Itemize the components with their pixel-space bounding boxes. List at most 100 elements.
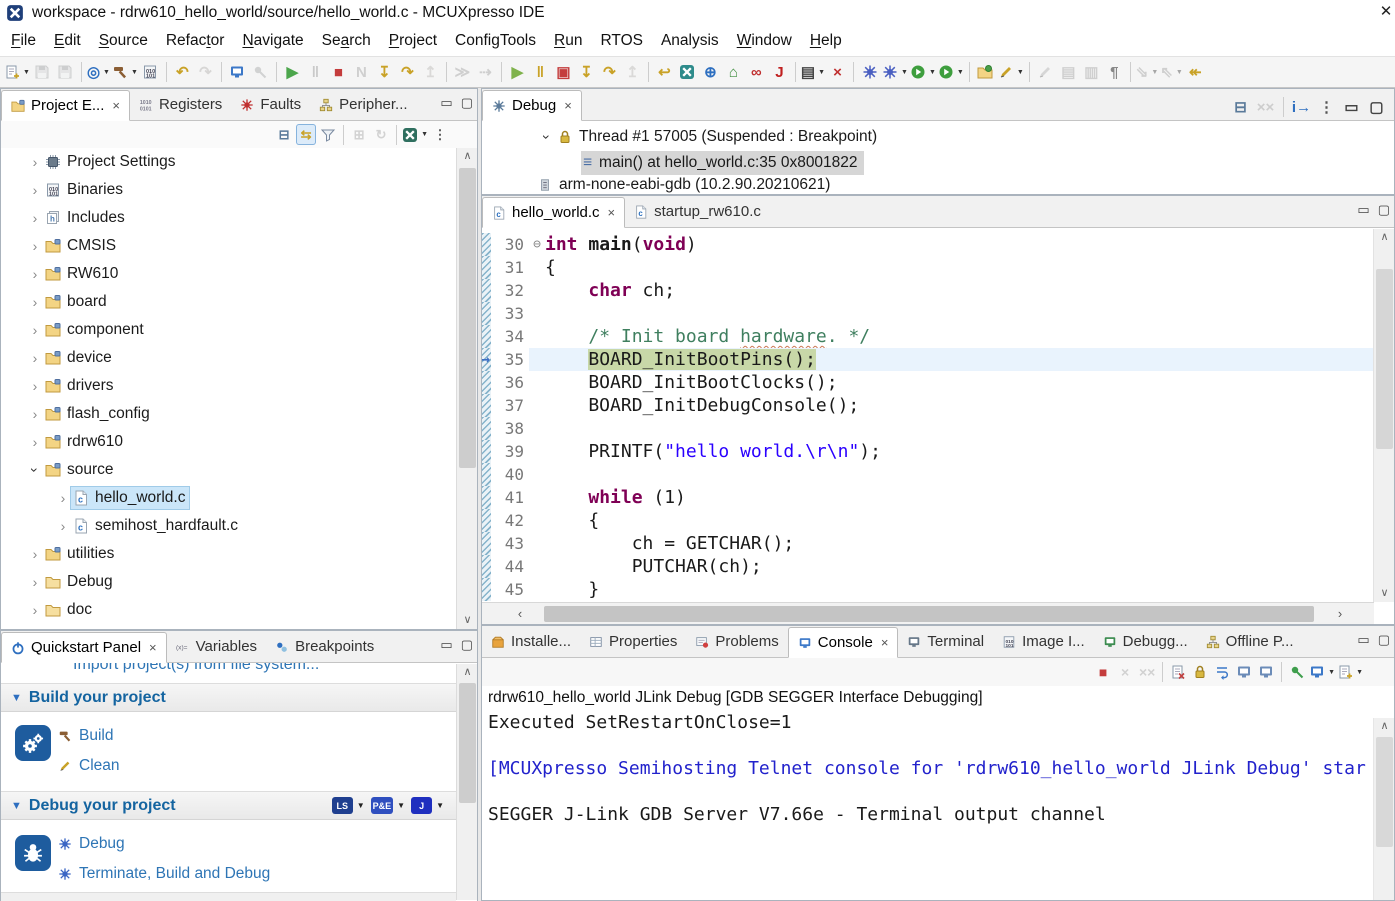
expander-icon[interactable]: ›: [27, 182, 43, 198]
tab-image-info[interactable]: Image I...: [993, 626, 1094, 657]
pemicro-probe-icon[interactable]: P&E: [371, 797, 394, 814]
display-selected-console-icon[interactable]: ▼: [1309, 661, 1335, 683]
code-line[interactable]: 37 BOARD_InitDebugConsole();: [482, 394, 1394, 417]
reset-target-icon[interactable]: ↩: [654, 60, 675, 84]
show-whitespace-icon[interactable]: ¶: [1104, 60, 1125, 84]
menu-project[interactable]: Project: [380, 28, 446, 54]
instruction-stepping-icon[interactable]: ≫: [452, 60, 473, 84]
tree-item-source[interactable]: ›source: [1, 456, 477, 484]
tab-problems[interactable]: Problems: [686, 626, 787, 657]
refresh-icon[interactable]: ↻: [371, 124, 391, 145]
launch-config-icon[interactable]: ◎▼: [87, 60, 110, 84]
code-line[interactable]: 41 while (1): [482, 486, 1394, 509]
tree-item-device[interactable]: ›device: [1, 344, 477, 372]
trace-delete-icon[interactable]: ×: [827, 60, 848, 84]
code-line[interactable]: 44 PUTCHAR(ch);: [482, 555, 1394, 578]
scroll-up-icon[interactable]: ∧: [1374, 718, 1395, 735]
build-hammer-icon[interactable]: ▼: [112, 60, 138, 84]
linkserver-probe-icon[interactable]: LS: [332, 797, 353, 814]
step-over-all-icon[interactable]: ↷: [599, 60, 620, 84]
chevron-down-icon[interactable]: ▼: [436, 801, 444, 810]
code-line[interactable]: 40: [482, 463, 1394, 486]
clean-link[interactable]: Clean: [58, 757, 120, 775]
editor-hscrollbar[interactable]: ‹ ›: [482, 602, 1374, 624]
mcuxpresso-icon[interactable]: [677, 60, 698, 84]
view-menu-icon[interactable]: ⋮: [430, 124, 450, 145]
remove-all-terminated-icon[interactable]: ××: [1137, 661, 1157, 683]
pin-editor-icon[interactable]: [250, 60, 271, 84]
quickstart-scrollbar[interactable]: ∧: [456, 664, 477, 900]
tab-debug[interactable]: Debug ×: [482, 90, 582, 121]
expander-icon[interactable]: ›: [539, 129, 555, 145]
terminate-icon[interactable]: ■: [328, 60, 349, 84]
tree-item-includes[interactable]: ›Includes: [1, 204, 477, 232]
tab-project-explorer[interactable]: Project E... ×: [1, 90, 130, 121]
terminate-build-debug-link[interactable]: Terminate, Build and Debug: [58, 865, 270, 883]
new-wizard-icon[interactable]: ▼: [4, 60, 30, 84]
expander-icon[interactable]: ›: [27, 434, 43, 450]
tab-breakpoints[interactable]: Breakpoints: [266, 631, 383, 662]
scrollbar-thumb[interactable]: [544, 606, 1314, 622]
swo-trace-icon[interactable]: ▼: [882, 60, 908, 84]
scrollbar-thumb[interactable]: [459, 168, 476, 468]
step-return-icon[interactable]: ↥: [420, 60, 441, 84]
expander-icon[interactable]: ›: [27, 154, 43, 170]
expander-icon[interactable]: ›: [55, 490, 71, 506]
scroll-down-icon[interactable]: ∨: [1374, 585, 1395, 602]
expander-icon[interactable]: ›: [27, 210, 43, 226]
save-all-icon[interactable]: [55, 60, 76, 84]
minimize-icon[interactable]: ▭: [1357, 633, 1369, 646]
terminate-all-icon[interactable]: ▣: [553, 60, 574, 84]
remove-launch-icon[interactable]: ×: [1115, 661, 1135, 683]
tree-item-utilities[interactable]: ›utilities: [1, 540, 477, 568]
code-editor[interactable]: 30⊖int main(void)31{32 char ch;3334 /* I…: [482, 228, 1394, 603]
tab-properties[interactable]: Properties: [580, 626, 686, 657]
redo-icon[interactable]: ↷: [195, 60, 216, 84]
code-line[interactable]: 32 char ch;: [482, 279, 1394, 302]
tab-faults[interactable]: Faults: [231, 89, 310, 120]
maximize-icon[interactable]: ▢: [461, 96, 473, 109]
step-return-all-icon[interactable]: ↥: [622, 60, 643, 84]
show-stdout-when-changed-icon[interactable]: [1234, 661, 1254, 683]
menu-navigate[interactable]: Navigate: [233, 28, 312, 54]
scrollbar-thumb[interactable]: [1376, 737, 1393, 847]
code-line[interactable]: 38: [482, 417, 1394, 440]
code-line[interactable]: 39 PRINTF("hello world.\r\n");: [482, 440, 1394, 463]
console-scrollbar[interactable]: ∧: [1373, 718, 1394, 900]
tab-debugger-console[interactable]: Debugg...: [1094, 626, 1197, 657]
pin-console-icon[interactable]: [1287, 661, 1307, 683]
import-project-link[interactable]: Import project(s) from file system...: [73, 663, 319, 674]
link-with-editor-icon[interactable]: ⇆: [296, 124, 316, 145]
scroll-up-icon[interactable]: ∧: [457, 664, 478, 681]
prev-annotation-icon[interactable]: ⇖▼: [1160, 60, 1183, 84]
highlighter-icon[interactable]: ▼: [998, 60, 1024, 84]
debug-thread-row[interactable]: › Thread #1 57005 (Suspended : Breakpoin…: [482, 124, 1394, 150]
mcux-quick-actions-icon[interactable]: ▼: [402, 124, 428, 145]
step-over-icon[interactable]: ↷: [397, 60, 418, 84]
code-line[interactable]: 31{: [482, 256, 1394, 279]
vertical-sash[interactable]: [478, 88, 481, 901]
open-console-view-icon[interactable]: [227, 60, 248, 84]
tree-item-board[interactable]: ›board: [1, 288, 477, 316]
scroll-up-icon[interactable]: ∧: [457, 148, 478, 165]
maximize-icon[interactable]: ▢: [1366, 95, 1387, 119]
expander-icon[interactable]: ›: [55, 518, 71, 534]
undo-icon[interactable]: ↶: [172, 60, 193, 84]
open-console-icon[interactable]: ▼: [1337, 661, 1363, 683]
debug-section-header[interactable]: ▼ Debug your project LS▼ P&E▼ J▼: [1, 791, 456, 820]
expander-icon[interactable]: ›: [27, 546, 43, 562]
tab-offline-peripherals[interactable]: Offline P...: [1197, 626, 1303, 657]
menu-file[interactable]: File: [2, 28, 45, 54]
menu-edit[interactable]: Edit: [45, 28, 90, 54]
expander-icon[interactable]: ›: [27, 406, 43, 422]
close-icon[interactable]: ×: [564, 98, 572, 113]
globe-icon[interactable]: ⊕: [700, 60, 721, 84]
tab-registers[interactable]: Registers: [130, 89, 231, 120]
scroll-left-icon[interactable]: ‹: [510, 603, 530, 625]
last-edit-location-icon[interactable]: ↞: [1185, 60, 1206, 84]
expander-icon[interactable]: ›: [27, 294, 43, 310]
scroll-lock-icon[interactable]: [1190, 661, 1210, 683]
word-wrap-icon[interactable]: [1212, 661, 1232, 683]
menu-source[interactable]: Source: [90, 28, 157, 54]
step-into-icon[interactable]: ↧: [374, 60, 395, 84]
